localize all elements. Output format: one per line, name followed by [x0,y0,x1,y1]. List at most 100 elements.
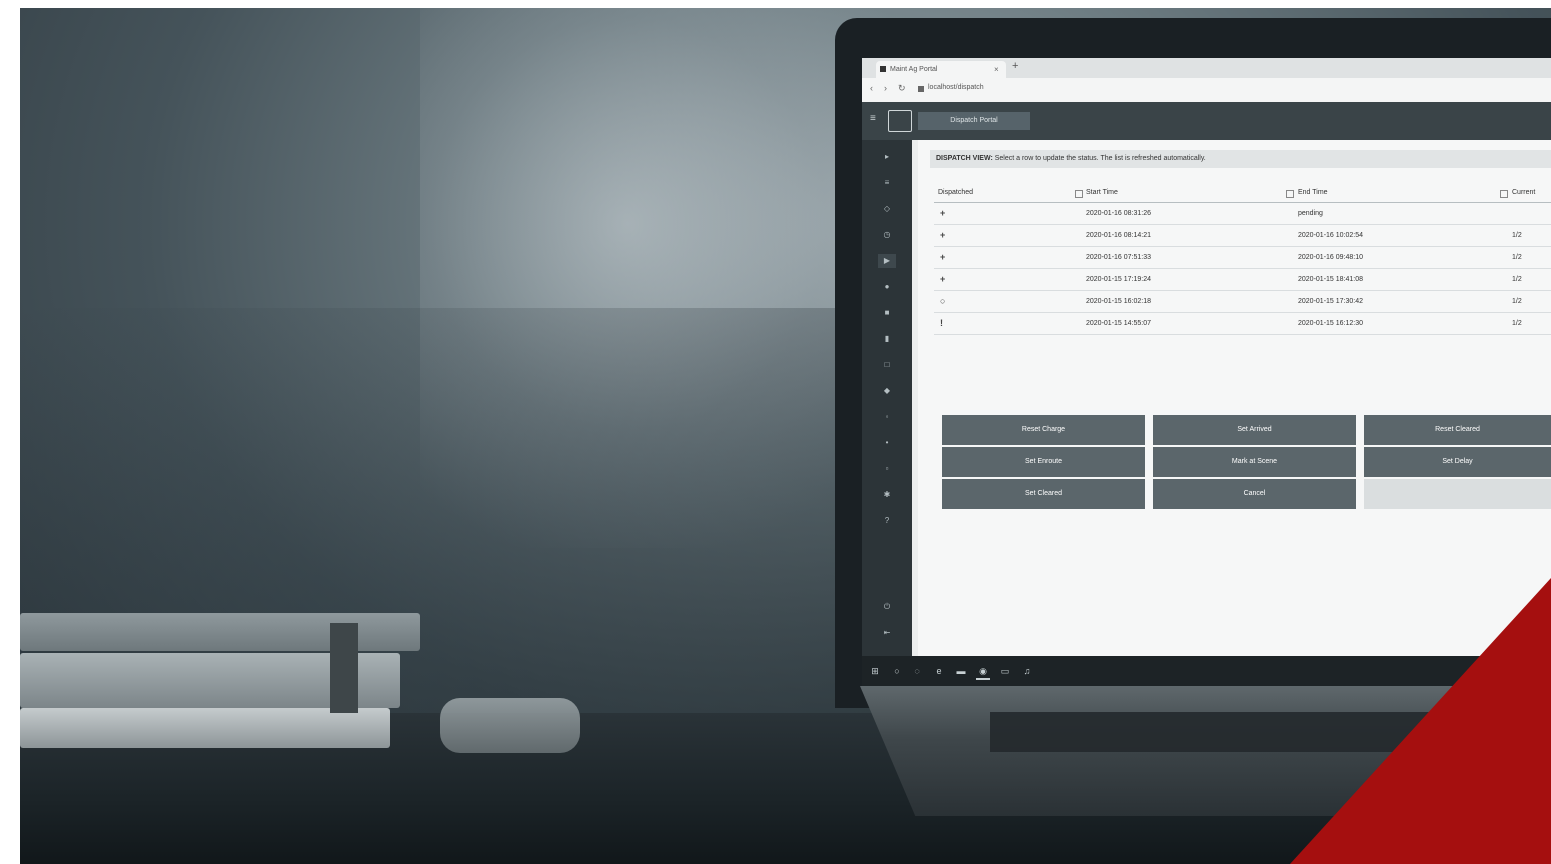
task-view-icon[interactable]: ◌ [910,664,924,678]
row-status-icon[interactable]: + [940,208,945,218]
book [20,613,420,651]
back-icon[interactable]: ‹ [870,83,873,93]
column-header[interactable]: Start Time [1086,189,1118,196]
current-cell: 1/2 [1512,232,1522,239]
column-header[interactable]: Current [1512,189,1535,196]
header-portal-button[interactable]: Dispatch Portal [918,112,1030,130]
start-time-cell: 2020-01-16 08:31:26 [1086,210,1151,217]
table-row[interactable]: ! 2020-01-15 14:55:07 2020-01-15 16:12:3… [934,313,1551,335]
os-taskbar: ⊞ ○ ◌ e ▬ ◉ ▭ ♫ [862,656,1551,686]
checkbox[interactable] [1500,190,1508,198]
favicon-icon [880,66,886,72]
sidebar-phone-icon[interactable]: ◦ [878,410,896,424]
table-row[interactable]: + 2020-01-15 17:19:24 2020-01-15 18:41:0… [934,269,1551,291]
sidebar-clock-icon[interactable]: ◷ [878,228,896,242]
end-time-cell: 2020-01-15 17:30:42 [1298,298,1363,305]
set-arrived-button[interactable]: Set Arrived [1153,415,1356,445]
sidebar: ▸ ≡ ◇ ◷ ▶ ● ■ ▮ □ ◆ ◦ • ▫ ✱ ? ⏻ ⇤ [862,140,912,656]
chrome-icon[interactable]: ◉ [976,664,990,680]
hamburger-icon[interactable]: ≡ [870,114,880,124]
notice-text: Select a row to update the status. The l… [994,155,1206,162]
search-icon[interactable]: ○ [890,664,904,678]
sidebar-list-icon[interactable]: ≡ [878,176,896,190]
tab-title: Maint Ag Portal [890,66,938,73]
sidebar-truck-icon[interactable]: ■ [878,306,896,320]
store-icon[interactable]: ▭ [998,664,1012,678]
start-time-cell: 2020-01-16 07:51:33 [1086,254,1151,261]
explorer-icon[interactable]: ▬ [954,664,968,678]
current-cell: 1/2 [1512,320,1522,327]
sidebar-doc-icon[interactable]: □ [878,358,896,372]
start-time-cell: 2020-01-15 17:19:24 [1086,276,1151,283]
table-row[interactable]: + 2020-01-16 08:14:21 2020-01-16 10:02:5… [934,225,1551,247]
row-status-icon[interactable]: ○ [940,296,945,306]
main-content: DISPATCH VIEW: Select a row to update th… [918,140,1551,656]
app-icon[interactable]: ♫ [1020,664,1034,678]
new-tab-button[interactable]: + [1012,60,1018,72]
set-cleared-button[interactable]: Set Cleared [942,479,1145,509]
dispatch-table: Dispatched Start Time End Time Current +… [934,184,1551,335]
column-header[interactable]: End Time [1298,189,1328,196]
book-stack [20,608,440,758]
reset-cleared-button[interactable]: Reset Cleared [1364,415,1551,445]
sidebar-chart-icon[interactable]: ▮ [878,332,896,346]
column-header[interactable]: Dispatched [938,189,973,196]
checkbox[interactable] [1075,190,1083,198]
address-bar: ‹ › ↻ localhost/dispatch [862,78,1551,102]
browser-tab[interactable]: Maint Ag Portal × [876,61,1006,78]
row-status-icon[interactable]: + [940,230,945,240]
end-time-cell: 2020-01-16 10:02:54 [1298,232,1363,239]
row-status-icon[interactable]: + [940,252,945,262]
start-time-cell: 2020-01-15 16:02:18 [1086,298,1151,305]
sidebar-calendar-icon[interactable]: ▫ [878,462,896,476]
empty-button-slot [1364,479,1551,509]
url-input[interactable]: localhost/dispatch [928,84,984,91]
sidebar-dispatch-icon[interactable]: ▶ [878,254,896,268]
sidebar-gear-icon[interactable]: ✱ [878,488,896,502]
set-delay-button[interactable]: Set Delay [1364,447,1551,477]
notice-title: DISPATCH VIEW: [936,155,993,162]
sidebar-home-icon[interactable]: ▸ [878,150,896,164]
reset-charge-button[interactable]: Reset Charge [942,415,1145,445]
info-notice: DISPATCH VIEW: Select a row to update th… [930,150,1551,168]
end-time-cell: pending [1298,210,1323,217]
mark-at-scene-button[interactable]: Mark at Scene [1153,447,1356,477]
refresh-icon[interactable]: ↻ [898,83,906,94]
row-status-icon[interactable]: + [940,274,945,284]
cancel-button[interactable]: Cancel [1153,479,1356,509]
browser-icon[interactable]: e [932,664,946,678]
sidebar-pin-icon[interactable]: • [878,436,896,450]
table-row[interactable]: ○ 2020-01-15 16:02:18 2020-01-15 17:30:4… [934,291,1551,313]
sidebar-logout-icon[interactable]: ⏻ [878,600,896,614]
current-cell: 1/2 [1512,298,1522,305]
current-cell: 1/2 [1512,254,1522,261]
browser-tab-bar: Maint Ag Portal × + [862,58,1551,78]
start-time-cell: 2020-01-16 08:14:21 [1086,232,1151,239]
sidebar-bell-icon[interactable]: ◆ [878,384,896,398]
laptop-screen: Maint Ag Portal × + ‹ › ↻ localhost/disp… [862,58,1551,686]
end-time-cell: 2020-01-15 16:12:30 [1298,320,1363,327]
table-row[interactable]: + 2020-01-16 08:31:26 pending [934,203,1551,225]
start-icon[interactable]: ⊞ [868,664,882,678]
row-status-icon[interactable]: ! [940,318,943,328]
sidebar-help-icon[interactable]: ? [878,514,896,528]
table-row[interactable]: + 2020-01-16 07:51:33 2020-01-16 09:48:1… [934,247,1551,269]
lock-icon [918,86,924,92]
checkbox[interactable] [1286,190,1294,198]
sidebar-map-icon[interactable]: ◇ [878,202,896,216]
end-time-cell: 2020-01-15 18:41:08 [1298,276,1363,283]
sidebar-collapse-icon[interactable]: ⇤ [878,626,896,640]
app-logo-box[interactable] [888,110,912,132]
set-enroute-button[interactable]: Set Enroute [942,447,1145,477]
hand [440,698,580,753]
book-band [330,623,358,713]
start-time-cell: 2020-01-15 14:55:07 [1086,320,1151,327]
sidebar-user-icon[interactable]: ● [878,280,896,294]
photo-scene: Maint Ag Portal × + ‹ › ↻ localhost/disp… [0,0,1551,864]
app-header: ≡ Dispatch Portal [862,102,1551,140]
book [20,708,390,748]
forward-icon[interactable]: › [884,83,887,93]
table-header: Dispatched Start Time End Time Current [934,184,1551,203]
close-icon[interactable]: × [994,61,999,78]
current-cell: 1/2 [1512,276,1522,283]
